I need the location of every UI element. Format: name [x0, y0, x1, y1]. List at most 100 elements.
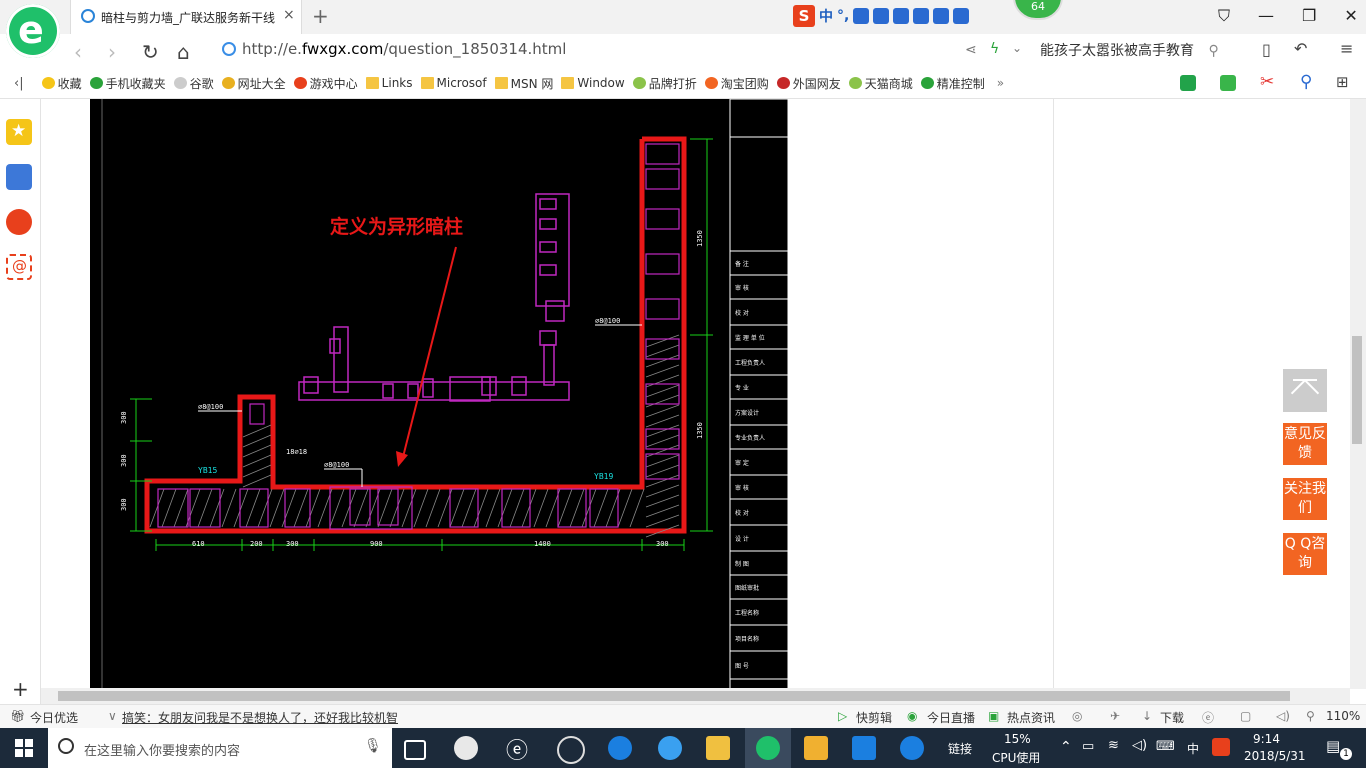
mobile-icon[interactable]: ▯ [1262, 40, 1271, 59]
bookmark-item[interactable]: 天猫商城 [848, 75, 913, 92]
speaker-icon[interactable]: ◁) [1132, 738, 1147, 753]
bookmark-item[interactable]: 精准控制 [920, 75, 985, 92]
follow-us-button[interactable]: 关注我们 [1283, 478, 1327, 520]
wifi-icon[interactable]: ≋ [1108, 738, 1119, 753]
search-input[interactable]: 能孩子太嚣张被高手教育 ⚲ [1040, 40, 1240, 60]
mail-icon[interactable]: @ [6, 254, 32, 280]
pin-icon[interactable]: ✈ [1110, 709, 1120, 723]
sogou-logo-icon[interactable]: S [793, 5, 815, 27]
search-icon[interactable]: ⚲ [1208, 43, 1218, 59]
battery-icon[interactable]: ▭ [1082, 739, 1094, 754]
sogou-tray-icon[interactable] [1212, 738, 1230, 756]
taskbar-search-input[interactable]: 在这里输入你要搜索的内容 🎙︎ [48, 728, 392, 768]
shield-icon[interactable] [1180, 75, 1196, 91]
sidebar-add-icon[interactable]: + [12, 677, 29, 701]
bookmark-item[interactable]: 品牌打折 [632, 75, 697, 92]
360-browser-task-icon[interactable] [756, 736, 780, 760]
refresh-icon[interactable]: ↻ [142, 40, 159, 64]
tab-close-icon[interactable]: × [283, 7, 295, 23]
quick-clip-link[interactable]: 快剪辑 [856, 709, 892, 726]
emoji-icon[interactable] [853, 8, 870, 24]
internet-explorer-icon[interactable] [658, 736, 682, 760]
forward-icon[interactable]: › [108, 40, 116, 64]
translate-icon[interactable] [1220, 75, 1236, 91]
window-icon[interactable]: ▢ [1240, 709, 1251, 723]
volume-icon[interactable]: ◁) [1276, 709, 1290, 723]
speed-icon[interactable]: ◎ [1072, 709, 1082, 723]
ime-lang[interactable]: 中 [819, 6, 833, 26]
undo-icon[interactable]: ↶ [1294, 39, 1307, 58]
live-link[interactable]: 今日直播 [927, 709, 975, 726]
qq-consult-button[interactable]: Q Q咨询 [1283, 533, 1327, 575]
new-tab-button[interactable]: + [312, 4, 329, 28]
shirt-skin-icon[interactable]: ⛉ [1218, 6, 1230, 26]
keyboard-tray-icon[interactable]: ⌨ [1156, 739, 1175, 754]
today-picks-link[interactable]: 今日优选 [30, 709, 78, 726]
bookmark-item[interactable]: 谷歌 [173, 75, 214, 92]
bookmark-item[interactable]: 淘宝团购 [704, 75, 769, 92]
home-icon[interactable]: ⌂ [177, 40, 190, 64]
share-icon[interactable]: ⋖ [965, 42, 977, 58]
bookmarks-more-icon[interactable]: » [997, 76, 1004, 90]
weibo-icon[interactable] [6, 209, 32, 235]
taskbar-links-label[interactable]: 链接 [948, 740, 972, 757]
horizontal-scroll-thumb[interactable] [58, 691, 1290, 701]
news-ticker-link[interactable]: 搞笑：女朋友问我是不是想换人了，还好我比较机智 [122, 709, 398, 726]
level-badge[interactable]: 64 [1013, 0, 1063, 20]
zoom-level[interactable]: 110% [1326, 709, 1360, 723]
zoom-search-icon[interactable]: ⚲ [1300, 72, 1312, 92]
mic-icon[interactable] [873, 8, 890, 24]
skin-icon[interactable] [913, 8, 930, 24]
feedback-button[interactable]: 意见反馈 [1283, 423, 1327, 465]
tray-expand-icon[interactable]: ⌃ [1060, 739, 1072, 755]
ie-mode-icon[interactable]: ⓔ [1202, 709, 1214, 726]
bookmark-item[interactable]: Window [561, 76, 625, 90]
chrome-like-icon[interactable] [557, 736, 585, 764]
clock-date[interactable]: 2018/5/31 [1244, 749, 1306, 763]
sidebar-toggle-icon[interactable]: ‹| [14, 76, 24, 91]
bookmark-item[interactable]: 外国网友 [776, 75, 841, 92]
close-icon[interactable]: ✕ [1344, 6, 1357, 26]
back-icon[interactable]: ‹ [74, 40, 82, 64]
grid-apps-icon[interactable]: ⊞ [1336, 73, 1349, 91]
download-link[interactable]: 下载 [1160, 709, 1184, 726]
minimize-icon[interactable]: — [1258, 6, 1274, 26]
wrench-icon[interactable] [953, 8, 970, 24]
favorites-star-icon[interactable]: ★ [6, 119, 32, 145]
reading-list-icon[interactable] [6, 164, 32, 190]
back-to-top-button[interactable] [1283, 369, 1327, 412]
chevron-down-icon[interactable]: ⌄ [1012, 41, 1022, 55]
action-center-icon[interactable]: ▤ [1326, 737, 1340, 755]
bookmark-item[interactable]: 手机收藏夹 [89, 75, 166, 92]
bookmark-item[interactable]: 收藏 [41, 75, 82, 92]
lightning-icon[interactable]: ϟ [990, 41, 999, 57]
gift-icon[interactable]: 🎁︎ [10, 709, 25, 723]
url-field[interactable]: http://e.fwxgx.com/question_1850314.html [222, 40, 922, 62]
bookmark-item[interactable]: Links [365, 76, 413, 90]
bookmark-item[interactable]: MSN 网 [494, 75, 553, 92]
glodon-app-icon[interactable] [900, 736, 924, 760]
ime-punct[interactable]: °, [837, 8, 849, 24]
windows-start-icon[interactable] [15, 739, 33, 757]
vertical-scroll-thumb[interactable] [1352, 336, 1362, 444]
scissors-icon[interactable]: ✂ [1260, 72, 1274, 92]
restore-icon[interactable]: ❐ [1302, 6, 1316, 26]
task-view-icon[interactable] [404, 740, 426, 760]
shirt-icon[interactable] [933, 8, 950, 24]
ime-indicator[interactable]: 中 [1187, 740, 1199, 757]
fan-app-icon[interactable] [454, 736, 478, 760]
clock-time[interactable]: 9:14 [1253, 732, 1280, 746]
network-tool-icon[interactable] [852, 736, 876, 760]
file-explorer-icon[interactable] [706, 736, 730, 760]
ie-edge-icon[interactable]: ⓔ [506, 733, 530, 764]
bookmark-item[interactable]: Microsof [420, 76, 487, 90]
microphone-icon[interactable]: 🎙︎ [364, 738, 382, 754]
hot-news-link[interactable]: 热点资讯 [1007, 709, 1055, 726]
notes-app-icon[interactable] [804, 736, 828, 760]
keyboard-icon[interactable] [893, 8, 910, 24]
menu-icon[interactable]: ≡ [1340, 39, 1353, 58]
edge-icon[interactable] [608, 736, 632, 760]
360-browser-logo-icon[interactable]: e [6, 4, 60, 58]
bookmark-item[interactable]: 游戏中心 [293, 75, 358, 92]
browser-tab[interactable]: 暗柱与剪力墙_广联达服务新干线 × [70, 0, 302, 34]
